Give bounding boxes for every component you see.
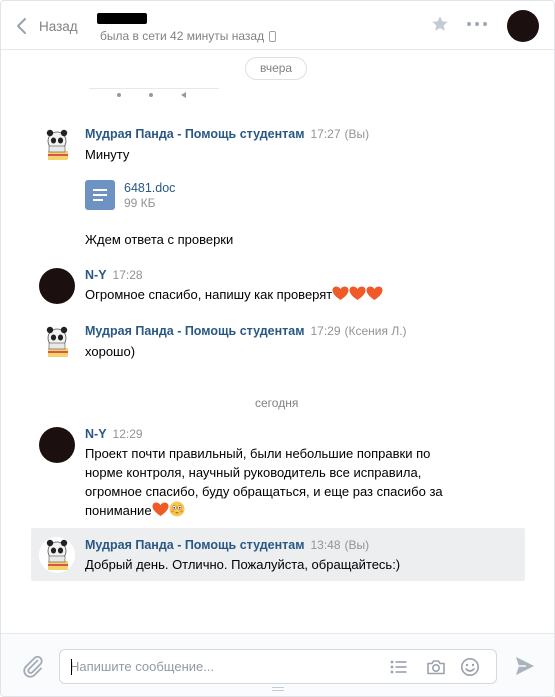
send-icon[interactable] bbox=[514, 655, 536, 677]
back-button[interactable]: Назад bbox=[15, 15, 78, 37]
message-input-box[interactable] bbox=[59, 649, 497, 684]
message-group: N-Y 17:28 Огромное спасибо, напишу как п… bbox=[31, 268, 525, 308]
panda-avatar[interactable] bbox=[39, 127, 75, 163]
loading-indicator bbox=[117, 91, 186, 99]
last-seen-text: была в сети 42 минуты назад bbox=[100, 29, 265, 43]
author-name[interactable]: Мудрая Панда - Помощь студентам bbox=[85, 127, 304, 141]
message-history[interactable]: вчера Мудрая Панда - Помощь студентам 17… bbox=[1, 51, 554, 633]
heart-emoji-icon bbox=[152, 502, 169, 516]
paperclip-icon[interactable] bbox=[21, 654, 45, 678]
message-group: Мудрая Панда - Помощь студентам 17:27 (В… bbox=[31, 127, 525, 257]
message-text: Ждем ответа с проверки bbox=[85, 232, 234, 247]
message-time[interactable]: 17:29 bbox=[310, 324, 340, 338]
mobile-phone-icon bbox=[269, 30, 277, 42]
heart-emoji-icon bbox=[366, 286, 383, 300]
message-time[interactable]: 13:48 bbox=[310, 538, 340, 552]
more-dots-icon[interactable] bbox=[467, 22, 487, 28]
list-icon[interactable] bbox=[389, 657, 409, 677]
document-size: 99 КБ bbox=[124, 196, 156, 210]
message-group: Мудрая Панда - Помощь студентам 17:29 (К… bbox=[31, 324, 525, 364]
sender-suffix: (Вы) bbox=[344, 538, 370, 552]
author-name[interactable]: Мудрая Панда - Помощь студентам bbox=[85, 538, 304, 552]
contact-avatar[interactable] bbox=[507, 10, 539, 42]
chat-window: Назад была в сети 42 минуты назад вчера bbox=[0, 0, 555, 697]
back-label: Назад bbox=[39, 18, 78, 34]
chat-header: Назад была в сети 42 минуты назад bbox=[1, 1, 554, 50]
sender-suffix: (Ксения Л.) bbox=[344, 324, 407, 338]
message-group-selected[interactable]: Мудрая Панда - Помощь студентам 13:48 (В… bbox=[31, 528, 525, 581]
author-name[interactable]: N-Y bbox=[85, 268, 107, 282]
sender-suffix: (Вы) bbox=[344, 127, 370, 141]
smile-icon[interactable] bbox=[460, 657, 480, 677]
message-text: хорошо) bbox=[85, 344, 136, 359]
star-icon[interactable] bbox=[431, 15, 449, 33]
message-header: Мудрая Панда - Помощь студентам 17:27 (В… bbox=[85, 127, 369, 141]
heart-emoji-icon bbox=[332, 286, 349, 300]
document-attachment[interactable]: 6481.doc 99 КБ bbox=[85, 180, 175, 211]
date-pill[interactable]: вчера bbox=[245, 57, 308, 80]
message-header: Мудрая Панда - Помощь студентам 17:29 (К… bbox=[85, 324, 407, 338]
message-text: Минуту bbox=[85, 147, 130, 162]
resize-handle[interactable] bbox=[272, 687, 284, 693]
message-time[interactable]: 17:27 bbox=[310, 127, 340, 141]
message-text: Проект почти правильный, были небольшие … bbox=[85, 446, 443, 518]
message-header: Мудрая Панда - Помощь студентам 13:48 (В… bbox=[85, 538, 369, 552]
day-separator: сегодня bbox=[255, 396, 299, 410]
document-icon bbox=[85, 180, 115, 210]
author-name[interactable]: Мудрая Панда - Помощь студентам bbox=[85, 324, 304, 338]
panda-avatar[interactable] bbox=[39, 324, 75, 360]
message-group: N-Y 12:29 Проект почти правильный, были … bbox=[31, 427, 525, 519]
text-caret bbox=[71, 659, 72, 675]
contact-avatar[interactable] bbox=[39, 427, 75, 463]
contact-avatar[interactable] bbox=[39, 268, 75, 304]
document-name[interactable]: 6481.doc bbox=[124, 180, 175, 196]
message-text: Добрый день. Отлично. Пожалуйста, обраща… bbox=[85, 557, 401, 572]
camera-icon[interactable] bbox=[426, 657, 446, 677]
divider bbox=[89, 88, 219, 89]
last-seen-status: была в сети 42 минуты назад bbox=[100, 29, 277, 43]
message-input[interactable] bbox=[70, 650, 370, 683]
author-name[interactable]: N-Y bbox=[85, 427, 107, 441]
contact-name-redacted[interactable] bbox=[97, 13, 147, 24]
message-text-row: Проект почти правильный, были небольшие … bbox=[85, 444, 445, 520]
message-time[interactable]: 17:28 bbox=[113, 268, 143, 282]
chevron-left-icon bbox=[17, 18, 26, 34]
message-header: N-Y 12:29 bbox=[85, 427, 143, 441]
heart-emoji-icon bbox=[349, 286, 366, 300]
message-text: Огромное спасибо, напишу как проверят bbox=[85, 287, 333, 302]
panda-avatar[interactable] bbox=[39, 537, 75, 573]
flushed-face-emoji-icon bbox=[169, 501, 185, 517]
message-time[interactable]: 12:29 bbox=[113, 427, 143, 441]
message-text-row: Огромное спасибо, напишу как проверят bbox=[85, 285, 383, 304]
message-header: N-Y 17:28 bbox=[85, 268, 143, 282]
